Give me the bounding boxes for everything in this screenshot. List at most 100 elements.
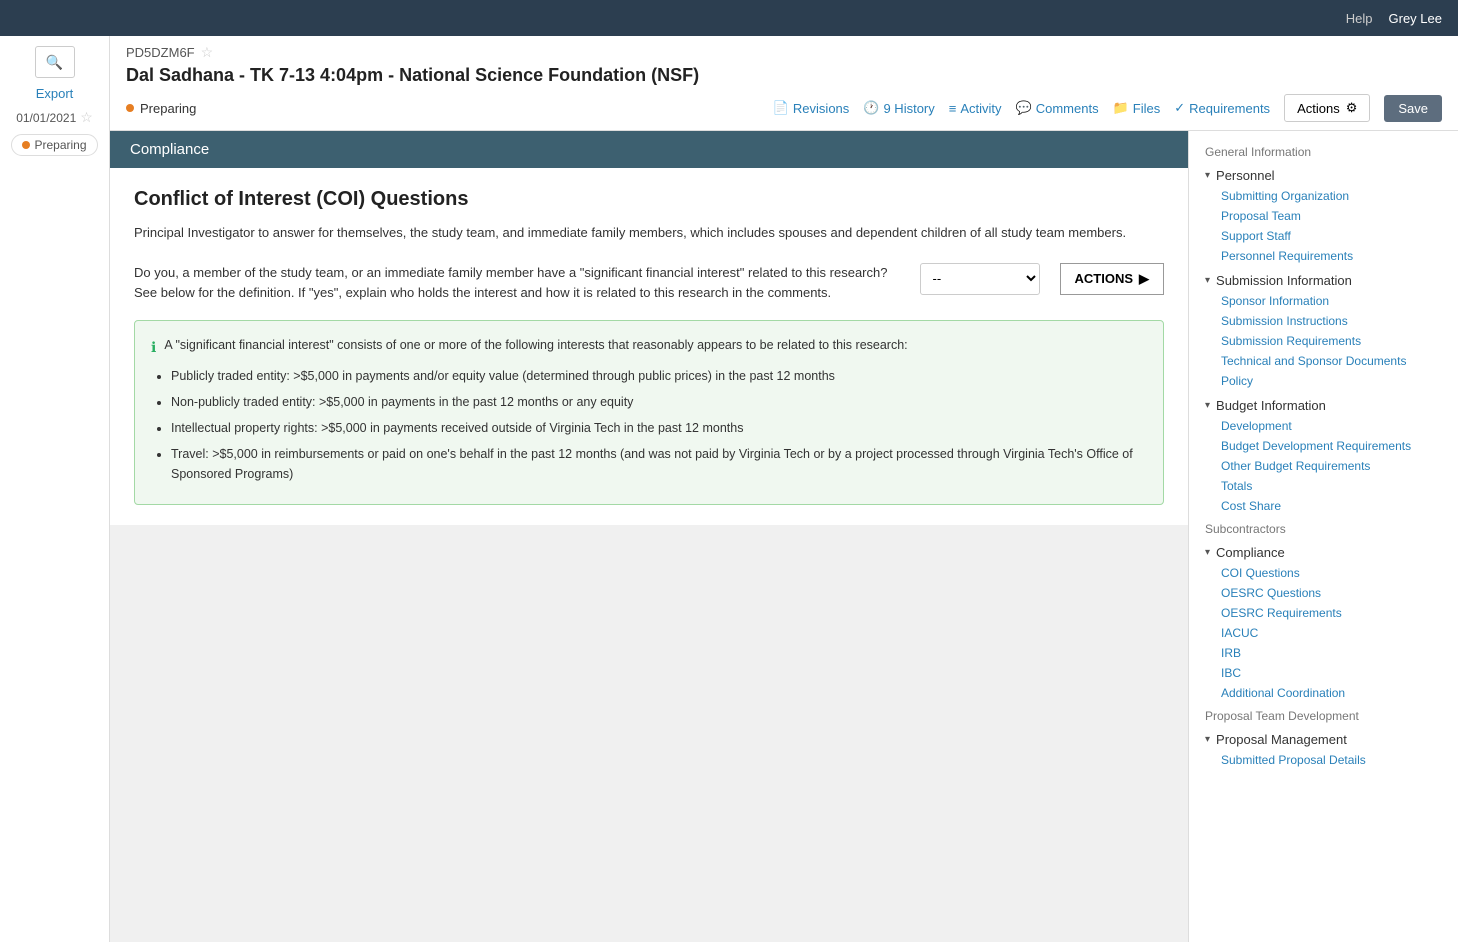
actions-gear-icon: ⚙ — [1346, 100, 1358, 116]
files-icon: 📁 — [1113, 100, 1129, 116]
nav-group-header[interactable]: ▾Personnel — [1189, 165, 1458, 186]
main-layout: 🔍 Export 01/01/2021 ☆ Preparing PD5DZM6F… — [0, 36, 1458, 942]
nav-group-header[interactable]: ▾Budget Information — [1189, 395, 1458, 416]
activity-link[interactable]: ≡ Activity — [949, 101, 1002, 116]
nav-item[interactable]: Submitted Proposal Details — [1189, 750, 1458, 770]
info-box: ℹ A "significant financial interest" con… — [134, 320, 1164, 505]
nav-section-label: Proposal Team Development — [1189, 705, 1458, 727]
revisions-label: Revisions — [793, 101, 849, 116]
page-content: Compliance Conflict of Interest (COI) Qu… — [110, 131, 1188, 942]
date-value: 01/01/2021 — [16, 111, 76, 125]
search-icon: 🔍 — [46, 54, 63, 71]
coi-title: Conflict of Interest (COI) Questions — [134, 188, 1164, 211]
history-link[interactable]: 🕐 9 History — [863, 100, 934, 116]
page-header: PD5DZM6F ☆ Dal Sadhana - TK 7-13 4:04pm … — [110, 36, 1458, 131]
nav-item[interactable]: Other Budget Requirements — [1189, 456, 1458, 476]
compliance-body: Conflict of Interest (COI) Questions Pri… — [110, 168, 1188, 525]
nav-item[interactable]: Personnel Requirements — [1189, 246, 1458, 266]
proposal-id-text: PD5DZM6F — [126, 45, 195, 60]
comments-link[interactable]: 💬 Comments — [1016, 100, 1099, 116]
nav-item[interactable]: IACUC — [1189, 623, 1458, 643]
info-list: Publicly traded entity: >$5,000 in payme… — [171, 366, 1147, 484]
compliance-card: Compliance Conflict of Interest (COI) Qu… — [110, 131, 1188, 525]
status-label: Preparing — [140, 101, 196, 116]
info-box-header-row: ℹ A "significant financial interest" con… — [151, 335, 1147, 358]
nav-item[interactable]: COI Questions — [1189, 563, 1458, 583]
revisions-icon: 📄 — [773, 100, 789, 116]
actions-button[interactable]: Actions ⚙ — [1284, 94, 1370, 122]
list-item: Publicly traded entity: >$5,000 in payme… — [171, 366, 1147, 386]
nav-item[interactable]: OESRC Requirements — [1189, 603, 1458, 623]
comments-icon: 💬 — [1016, 100, 1032, 116]
caret-icon: ▾ — [1205, 400, 1210, 411]
caret-icon: ▾ — [1205, 275, 1210, 286]
info-icon: ℹ — [151, 336, 156, 358]
proposal-star-icon[interactable]: ☆ — [201, 44, 214, 61]
user-name: Grey Lee — [1389, 11, 1442, 26]
comments-label: Comments — [1036, 101, 1099, 116]
date-item: 01/01/2021 ☆ — [16, 109, 93, 126]
nav-section-label: General Information — [1189, 141, 1458, 163]
nav-item[interactable]: Proposal Team — [1189, 206, 1458, 226]
nav-group: ▾Submission InformationSponsor Informati… — [1189, 268, 1458, 393]
coi-description: Principal Investigator to answer for the… — [134, 223, 1164, 243]
nav-section-label: Subcontractors — [1189, 518, 1458, 540]
nav-item[interactable]: Budget Development Requirements — [1189, 436, 1458, 456]
revisions-link[interactable]: 📄 Revisions — [773, 100, 850, 116]
question-row: Do you, a member of the study team, or a… — [134, 263, 1164, 305]
requirements-label: Requirements — [1189, 101, 1270, 116]
nav-item[interactable]: Policy — [1189, 371, 1458, 391]
activity-icon: ≡ — [949, 101, 957, 116]
compliance-header: Compliance — [110, 131, 1188, 168]
date-star-icon[interactable]: ☆ — [80, 109, 93, 126]
nav-group-header[interactable]: ▾Submission Information — [1189, 270, 1458, 291]
files-link[interactable]: 📁 Files — [1113, 100, 1161, 116]
nav-item[interactable]: Technical and Sponsor Documents — [1189, 351, 1458, 371]
question-text: Do you, a member of the study team, or a… — [134, 263, 900, 305]
nav-item[interactable]: Sponsor Information — [1189, 291, 1458, 311]
list-item: Intellectual property rights: >$5,000 in… — [171, 418, 1147, 438]
header-actions-row: Preparing 📄 Revisions 🕐 9 History ≡ Acti… — [126, 94, 1442, 122]
nav-item[interactable]: Cost Share — [1189, 496, 1458, 516]
actions-label: Actions — [1297, 101, 1340, 116]
history-label: 9 History — [883, 101, 934, 116]
nav-group: ▾ComplianceCOI QuestionsOESRC QuestionsO… — [1189, 540, 1458, 705]
nav-item[interactable]: Submission Instructions — [1189, 311, 1458, 331]
requirements-icon: ✓ — [1174, 100, 1185, 116]
content-area: PD5DZM6F ☆ Dal Sadhana - TK 7-13 4:04pm … — [110, 36, 1458, 942]
nav-item[interactable]: IRB — [1189, 643, 1458, 663]
coi-actions-button[interactable]: ACTIONS ▶ — [1060, 263, 1165, 295]
save-button[interactable]: Save — [1384, 95, 1442, 122]
nav-item[interactable]: OESRC Questions — [1189, 583, 1458, 603]
caret-icon: ▾ — [1205, 547, 1210, 558]
help-link[interactable]: Help — [1346, 11, 1373, 26]
requirements-link[interactable]: ✓ Requirements — [1174, 100, 1270, 116]
caret-icon: ▾ — [1205, 734, 1210, 745]
files-label: Files — [1133, 101, 1160, 116]
info-box-header-text: A "significant financial interest" consi… — [164, 335, 907, 358]
right-nav: General Information▾PersonnelSubmitting … — [1188, 131, 1458, 942]
list-item: Non-publicly traded entity: >$5,000 in p… — [171, 392, 1147, 412]
coi-actions-arrow-icon: ▶ — [1139, 271, 1149, 287]
nav-item[interactable]: IBC — [1189, 663, 1458, 683]
nav-item[interactable]: Submitting Organization — [1189, 186, 1458, 206]
question-select-wrapper[interactable]: -- Yes No — [920, 263, 1040, 295]
status-dot — [22, 141, 30, 149]
proposal-id-row: PD5DZM6F ☆ — [126, 44, 1442, 61]
question-select-input[interactable]: -- Yes No — [921, 266, 1039, 291]
preparing-badge: Preparing — [11, 134, 97, 156]
nav-group: ▾Budget InformationDevelopmentBudget Dev… — [1189, 393, 1458, 518]
search-button[interactable]: 🔍 — [35, 46, 75, 78]
nav-item[interactable]: Support Staff — [1189, 226, 1458, 246]
history-icon: 🕐 — [863, 100, 879, 116]
nav-item[interactable]: Submission Requirements — [1189, 331, 1458, 351]
header-nav: 📄 Revisions 🕐 9 History ≡ Activity 💬 Com… — [773, 94, 1442, 122]
nav-item[interactable]: Additional Coordination — [1189, 683, 1458, 703]
export-link[interactable]: Export — [36, 86, 74, 101]
nav-group-header[interactable]: ▾Proposal Management — [1189, 729, 1458, 750]
nav-group-header[interactable]: ▾Compliance — [1189, 542, 1458, 563]
nav-item[interactable]: Development — [1189, 416, 1458, 436]
nav-group: ▾Proposal ManagementSubmitted Proposal D… — [1189, 727, 1458, 772]
caret-icon: ▾ — [1205, 170, 1210, 181]
nav-item[interactable]: Totals — [1189, 476, 1458, 496]
